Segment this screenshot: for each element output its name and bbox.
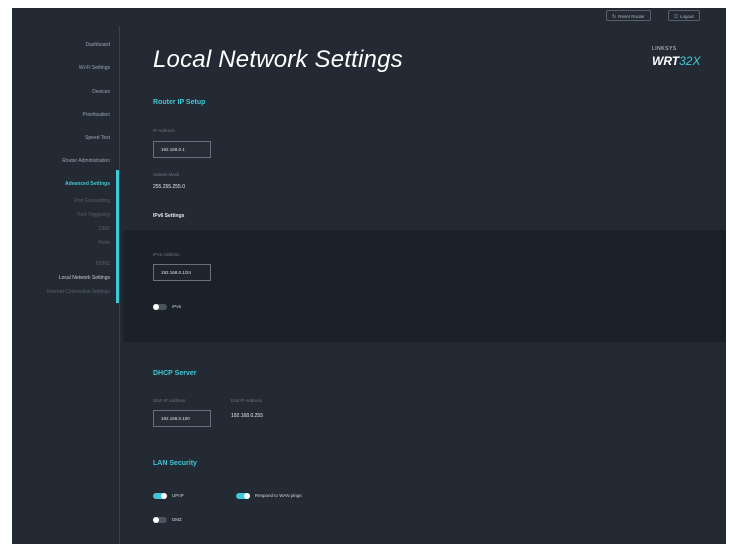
ipv6-settings-heading: IPv6 Settings (153, 213, 185, 219)
wan-ping-toggle[interactable] (236, 493, 250, 499)
reset-router-button[interactable]: ↻ Reset Router (606, 10, 651, 21)
ipv6-toggle-knob (153, 304, 159, 310)
wan-ping-toggle-knob (244, 493, 250, 499)
ipv6-toggle[interactable] (153, 304, 167, 310)
upnp-toggle-label: UPnP (172, 493, 184, 498)
brand-logo: LINKSYS WRT32X (652, 46, 700, 70)
dhcp-start-ip-label: Start IP Address (153, 398, 186, 403)
dhcp-end-ip-label: End IP Address (231, 398, 262, 403)
ipv6-address-label: IPv6 Address (153, 252, 180, 257)
logout-label: Logout (679, 14, 694, 19)
ip-address-label: IP Address (153, 128, 175, 133)
router-ip-setup-heading: Router IP Setup (153, 99, 206, 106)
dhcp-start-ip-input[interactable]: 192.168.0.100 (153, 410, 211, 427)
dhcp-end-ip-value: 192.168.0.255 (231, 413, 263, 419)
dmz-toggle[interactable] (153, 517, 167, 523)
brand-model-number: 32X (679, 54, 701, 68)
app-window: Dashboard Wi-Fi Settings Devices Priorit… (12, 8, 726, 544)
sidebar-item-wifi-settings[interactable]: Wi-Fi Settings (79, 65, 110, 71)
brand-model: WRT32X (652, 54, 700, 68)
dhcp-server-heading: DHCP Server (153, 370, 197, 377)
upnp-toggle[interactable] (153, 493, 167, 499)
subnet-mask-label: Subnet Mask (153, 172, 180, 177)
dmz-toggle-label: DMZ (172, 517, 182, 522)
sidebar-item-devices[interactable]: Devices (92, 89, 110, 95)
reset-router-label: Reset Router (618, 14, 645, 19)
logout-button[interactable]: ⎋ Logout (668, 10, 700, 21)
page-title: Local Network Settings (153, 46, 403, 73)
reset-icon: ↻ (612, 14, 617, 20)
ipv6-settings-panel (123, 230, 726, 342)
sidebar-subitem-ddns[interactable]: DDNS (96, 261, 110, 267)
sidebar-item-advanced-settings[interactable]: Advanced Settings (65, 181, 110, 187)
ipv6-toggle-label: IPv6 (172, 304, 182, 309)
sidebar-item-router-administration[interactable]: Router Administration (62, 158, 110, 164)
sidebar-item-speed-test[interactable]: Speed Test (85, 135, 110, 141)
sidebar-item-prioritization[interactable]: Prioritization (82, 112, 110, 118)
sidebar-subitem-dmz[interactable]: DMZ (99, 226, 110, 232)
ip-address-input[interactable]: 192.168.0.1 (153, 141, 211, 158)
sidebar-subitem-port-triggering[interactable]: Port Triggering (77, 212, 110, 218)
subnet-mask-value: 255.255.255.0 (153, 184, 185, 190)
dmz-toggle-knob (153, 517, 159, 523)
lan-security-heading: LAN Security (153, 460, 197, 467)
sidebar-subitem-ports[interactable]: Ports (98, 240, 110, 246)
upnp-toggle-knob (161, 493, 167, 499)
brand-model-prefix: WRT (652, 54, 680, 68)
sidebar-subitem-port-forwarding[interactable]: Port Forwarding (74, 198, 110, 204)
sidebar: Dashboard Wi-Fi Settings Devices Priorit… (12, 8, 122, 544)
logout-icon: ⎋ (674, 14, 678, 20)
wan-ping-toggle-label: Respond to WAN pings (255, 493, 302, 498)
sidebar-subitem-internet-connection-settings[interactable]: Internet Connection Settings (47, 289, 110, 295)
sidebar-item-dashboard[interactable]: Dashboard (86, 42, 110, 48)
sidebar-divider (119, 26, 120, 544)
ipv6-address-input[interactable]: 192.168.0.1/24 (153, 264, 211, 281)
brand-maker: LINKSYS (652, 46, 677, 52)
sidebar-subitem-local-network-settings[interactable]: Local Network Settings (59, 275, 110, 281)
